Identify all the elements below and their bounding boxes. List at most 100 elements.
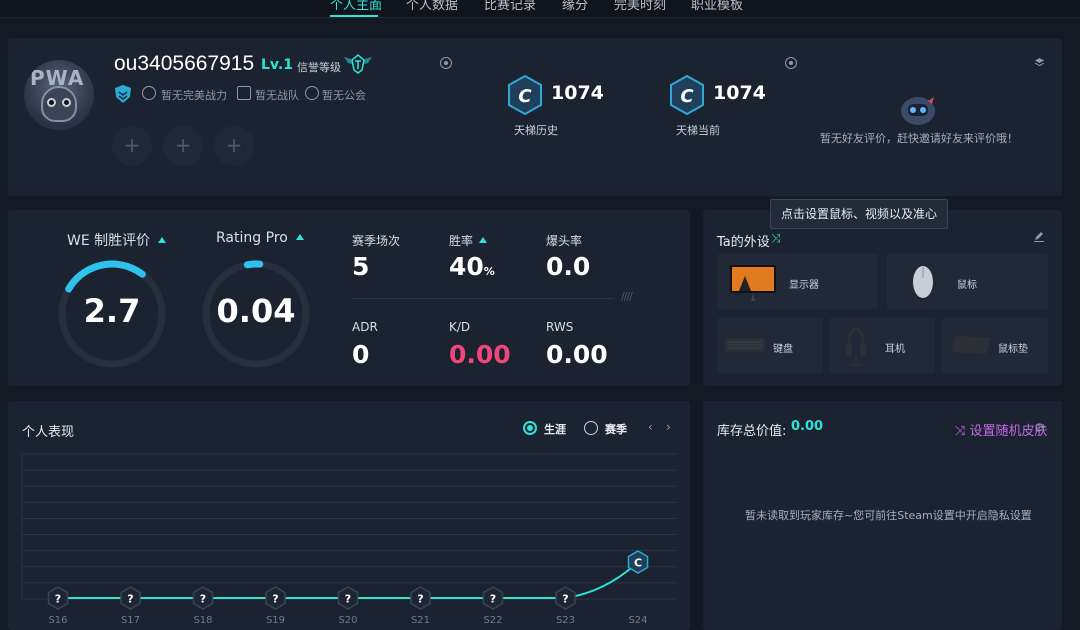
rws-label: RWS [546,320,574,334]
prev-arrow-icon[interactable]: ‹ [648,420,653,434]
sort-up-icon[interactable] [479,237,488,243]
tab-home[interactable]: 个人主面 [330,0,382,13]
gear-keyboard-card[interactable]: 键盘 [717,318,823,373]
keyboard-icon [725,338,765,352]
svg-text:C: C [680,86,694,107]
x-tick-label: S16 [48,615,67,626]
we-rating-value: 2.7 [83,292,141,330]
x-tick-label: S21 [411,615,430,626]
rating-pro-title: Rating Pro [216,230,304,246]
perfect-power-icon [142,86,156,100]
target-icon[interactable] [440,57,452,69]
perfect-power-text: 暂无完美战力 [161,89,227,102]
gear-monitor-label: 显示器 [789,280,819,291]
x-tick-label: S24 [628,615,647,626]
shield-icon [115,85,131,103]
level-badge: Lv.1 [261,57,293,73]
svg-text:C: C [518,86,532,107]
tab-personal-data[interactable]: 个人数据 [406,0,458,13]
season-radio[interactable] [584,421,598,435]
data-point-label: ? [200,593,206,606]
ladder-history-value: 1074 [551,82,604,104]
mousepad-icon [951,336,991,354]
random-skin-button[interactable]: ⤨ 设置随机皮肤 [955,420,1048,439]
add-slot-1[interactable]: + [112,126,152,166]
tab-fate[interactable]: 缘分 [562,0,588,13]
shuffle-icon[interactable]: ⤨ [771,231,781,246]
season-matches-value: 5 [352,252,370,281]
sort-up-icon[interactable] [158,237,167,243]
team-text: 暂无战队 [255,89,299,102]
gear-mouse-label: 鼠标 [957,280,977,291]
data-point-label: ? [127,593,133,606]
avatar[interactable]: PWA [24,60,94,130]
rank-c-icon: C [670,74,704,116]
edit-icon[interactable] [1033,230,1045,242]
tab-pro-template[interactable]: 职业模板 [691,0,743,13]
gear-mousepad-label: 鼠标垫 [998,344,1028,355]
x-tick-label: S20 [338,615,357,626]
gear-headset-label: 耳机 [885,344,905,355]
friend-review-message: 暂无好友评价，赶快邀请好友来评价哦！ [820,132,1018,145]
tab-perfect-moments[interactable]: 完美时刻 [614,0,666,13]
career-radio-label[interactable]: 生涯 [544,421,566,437]
adr-value: 0 [352,340,370,369]
season-radio-label[interactable]: 赛季 [605,421,627,437]
add-slot-2[interactable]: + [163,126,203,166]
x-tick-label: S17 [121,615,140,626]
hatch-decoration: //// [621,290,633,303]
gear-title: Ta的外设 [717,235,770,250]
target-icon[interactable] [785,57,797,69]
data-point-label: ? [55,593,61,606]
data-point-label: ? [345,593,351,606]
win-rate-label: 胜率 [449,232,488,249]
sort-up-icon[interactable] [295,234,304,240]
divider [352,298,614,299]
refresh-icon[interactable]: ⟳ [1035,421,1046,436]
we-rating-title: WE 制胜评价 [67,230,167,250]
profile-panel: PWA ou3405667915 Lv.1 信誉等级 暂无完美战力 暂无战队 暂… [8,38,1062,196]
username: ou3405667915 [114,52,255,75]
inventory-empty-message: 暂未读取到玩家库存~您可前往Steam设置中开启隐私设置 [745,509,1032,522]
data-point-label: C [634,557,642,570]
layers-icon[interactable] [1034,57,1045,67]
active-tab-indicator [330,15,378,17]
data-point-label: ? [562,593,568,606]
headshot-rate-label: 爆头率 [546,234,583,248]
inventory-panel: 库存总价值: 0.00 ⤨ 设置随机皮肤 ⟳ 暂未读取到玩家库存~您可前往Ste… [703,401,1062,630]
gear-mousepad-card[interactable]: 鼠标垫 [942,318,1048,373]
inventory-value: 0.00 [791,419,824,434]
data-point-label: ? [490,593,496,606]
data-point-label: ? [417,593,423,606]
gear-panel: Ta的外设 ⤨ 显示器 鼠标 键盘 耳机 鼠标垫 [703,210,1062,386]
kd-label: K/D [449,320,471,334]
performance-chart: ? S16? S17? S18? S19? S20? S21? S22? S23 C S24 [21,453,676,626]
credit-level-label: 信誉等级 [297,61,341,74]
win-rate-value: 40% [449,252,495,281]
gear-keyboard-label: 键盘 [773,344,793,355]
headset-icon [846,327,866,366]
top-nav: 个人主面 个人数据 比赛记录 缘分 完美时刻 职业模板 [0,0,1080,18]
credit-wings-icon[interactable] [342,52,374,76]
x-tick-label: S23 [556,615,575,626]
adr-label: ADR [352,320,378,334]
rank-c-icon: C [508,74,542,116]
rating-pro-value: 0.04 [216,292,296,330]
monitor-icon [730,265,776,301]
performance-title: 个人表现 [22,425,75,440]
add-slot-3[interactable]: + [214,126,254,166]
gear-headset-card[interactable]: 耳机 [829,318,935,373]
career-radio[interactable] [523,421,537,435]
x-tick-label: S18 [193,615,212,626]
guild-icon [305,86,319,100]
next-arrow-icon[interactable]: › [666,420,671,434]
headshot-rate-value: 0.0 [546,252,591,281]
kd-value: 0.00 [449,340,511,369]
gear-mouse-card[interactable]: 鼠标 [887,254,1048,309]
shuffle-icon: ⤨ [955,424,970,439]
x-tick-label: S22 [483,615,502,626]
tab-match-history[interactable]: 比赛记录 [484,0,536,13]
series-line-rise [565,561,639,599]
ladder-current-label: 天梯当前 [676,124,720,137]
gear-monitor-card[interactable]: 显示器 [717,254,878,309]
